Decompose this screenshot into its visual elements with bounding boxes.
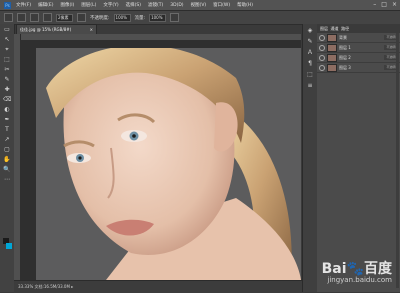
tab-channels[interactable]: 通道 — [331, 26, 339, 32]
close-icon[interactable]: × — [392, 1, 397, 8]
brush-option-2[interactable] — [30, 13, 39, 22]
photoshop-logo: Ps — [4, 1, 11, 9]
visibility-eye-icon[interactable] — [319, 34, 325, 41]
lasso-tool-icon[interactable]: ⌖ — [3, 46, 11, 54]
canvas-area[interactable] — [20, 40, 301, 280]
panel-scrollbar[interactable] — [396, 33, 399, 288]
background-color-swatch[interactable] — [6, 243, 12, 249]
menu-type[interactable]: 文字(Y) — [103, 2, 118, 8]
baidu-logo-watermark: Bai🐾百度 — [321, 261, 392, 277]
layer-row[interactable]: 背景 不透明 — [317, 33, 400, 43]
heal-tool-icon[interactable]: ✚ — [3, 86, 11, 94]
select-tool-icon[interactable]: ↖ — [3, 36, 11, 44]
layer-row[interactable]: 图层 2 不透明 — [317, 53, 400, 63]
zoom-tool-icon[interactable]: 🔍 — [3, 166, 11, 174]
tool-preset-button[interactable] — [4, 13, 13, 22]
paragraph-icon[interactable]: ¶ — [306, 60, 314, 68]
more-tools-icon[interactable]: ⋯ — [3, 176, 11, 184]
move-tool-icon[interactable]: ▭ — [3, 26, 11, 34]
crop-tool-icon[interactable]: ⬚ — [3, 56, 11, 64]
menu-view[interactable]: 视图(V) — [191, 2, 207, 8]
layers-panel: 图层 通道 路径 背景 不透明 图层 1 不透明 图层 2 不透明 图层 3 不… — [317, 24, 400, 292]
airbrush-toggle[interactable] — [170, 13, 180, 22]
flow-label: 流量: — [134, 15, 146, 21]
brush-settings-icon[interactable]: ✎ — [306, 38, 314, 46]
portrait-photo — [36, 48, 301, 280]
maximize-icon[interactable]: □ — [381, 1, 387, 8]
baidu-url-watermark: jingyan.baidu.com — [327, 276, 392, 284]
menu-3d[interactable]: 3D(D) — [170, 3, 183, 8]
layer-name: 图层 1 — [339, 44, 351, 50]
layer-thumbnail — [327, 33, 337, 42]
adjustments-icon[interactable]: ≡ — [306, 82, 314, 90]
menu-image[interactable]: 图像(I) — [60, 2, 74, 8]
brush-option-1[interactable] — [17, 13, 26, 22]
dodge-tool-icon[interactable]: ◐ — [3, 106, 11, 114]
layer-name: 背景 — [339, 34, 347, 40]
menu-help[interactable]: 帮助(H) — [237, 2, 253, 8]
menu-select[interactable]: 选择(S) — [126, 2, 141, 8]
layer-thumbnail — [327, 53, 337, 62]
tab-paths[interactable]: 路径 — [341, 26, 349, 32]
layer-row[interactable]: 图层 1 不透明 — [317, 43, 400, 53]
status-bar: 33.33% 文档:16.5M/33.0M ▸ — [14, 280, 305, 293]
menu-window[interactable]: 窗口(W) — [213, 2, 230, 8]
layer-name: 图层 3 — [339, 64, 351, 70]
options-bar: 2像素 不透明度: 100% 流量: 100% — [0, 10, 400, 25]
window-controls: – □ × — [373, 1, 397, 8]
opacity-label: 不透明度: — [90, 15, 110, 21]
brush-option-3[interactable] — [43, 13, 52, 22]
tools-panel: ▭ ↖ ⌖ ⬚ ✂ ✎ ✚ ⌫ ◐ ✒ T ↗ ▢ ✋ 🔍 ⋯ — [0, 24, 15, 292]
menu-file[interactable]: 文件(F) — [16, 2, 31, 8]
character-icon[interactable]: Ａ — [306, 49, 314, 57]
close-document-icon[interactable]: × — [90, 25, 93, 34]
menu-layer[interactable]: 图层(L) — [81, 2, 96, 8]
visibility-eye-icon[interactable] — [319, 54, 325, 61]
panel-icon-strip: ◈ ✎ Ａ ¶ ⬚ ≡ — [302, 24, 318, 292]
visibility-eye-icon[interactable] — [319, 64, 325, 71]
size-field[interactable]: 2像素 — [56, 13, 73, 22]
eraser-tool-icon[interactable]: ⌫ — [3, 96, 11, 104]
layer-thumbnail — [327, 43, 337, 52]
slice-tool-icon[interactable]: ✂ — [3, 66, 11, 74]
layer-row[interactable]: 图层 3 不透明 — [317, 63, 400, 73]
pen-tool-icon[interactable]: ✒ — [3, 116, 11, 124]
document-tab[interactable]: 佳佳.jpg @ 15% (RGB/8#) × — [16, 24, 97, 34]
layers-panel-tabs: 图层 通道 路径 — [317, 24, 400, 33]
mode-button[interactable] — [77, 13, 86, 22]
menu-bar: Ps 文件(F) 编辑(E) 图像(I) 图层(L) 文字(Y) 选择(S) 滤… — [0, 0, 400, 10]
minimize-icon[interactable]: – — [373, 1, 376, 8]
document-title: 佳佳.jpg @ 15% (RGB/8#) — [20, 27, 72, 32]
opacity-field[interactable]: 100% — [113, 13, 131, 22]
shape-tool-icon[interactable]: ▢ — [3, 146, 11, 154]
tab-layers[interactable]: 图层 — [320, 26, 328, 32]
properties-icon[interactable]: ⬚ — [306, 71, 314, 79]
brush-tool-icon[interactable]: ✎ — [3, 76, 11, 84]
history-icon[interactable]: ◈ — [306, 27, 314, 35]
flow-field[interactable]: 100% — [149, 13, 167, 22]
menu-edit[interactable]: 编辑(E) — [38, 2, 53, 8]
menu-filter[interactable]: 滤镜(T) — [148, 2, 163, 8]
hand-tool-icon[interactable]: ✋ — [3, 156, 11, 164]
portrait-illustration — [46, 48, 301, 280]
layer-name: 图层 2 — [339, 54, 351, 60]
layer-thumbnail — [327, 63, 337, 72]
type-tool-icon[interactable]: T — [3, 126, 11, 134]
visibility-eye-icon[interactable] — [319, 44, 325, 51]
path-select-tool-icon[interactable]: ↗ — [3, 136, 11, 144]
